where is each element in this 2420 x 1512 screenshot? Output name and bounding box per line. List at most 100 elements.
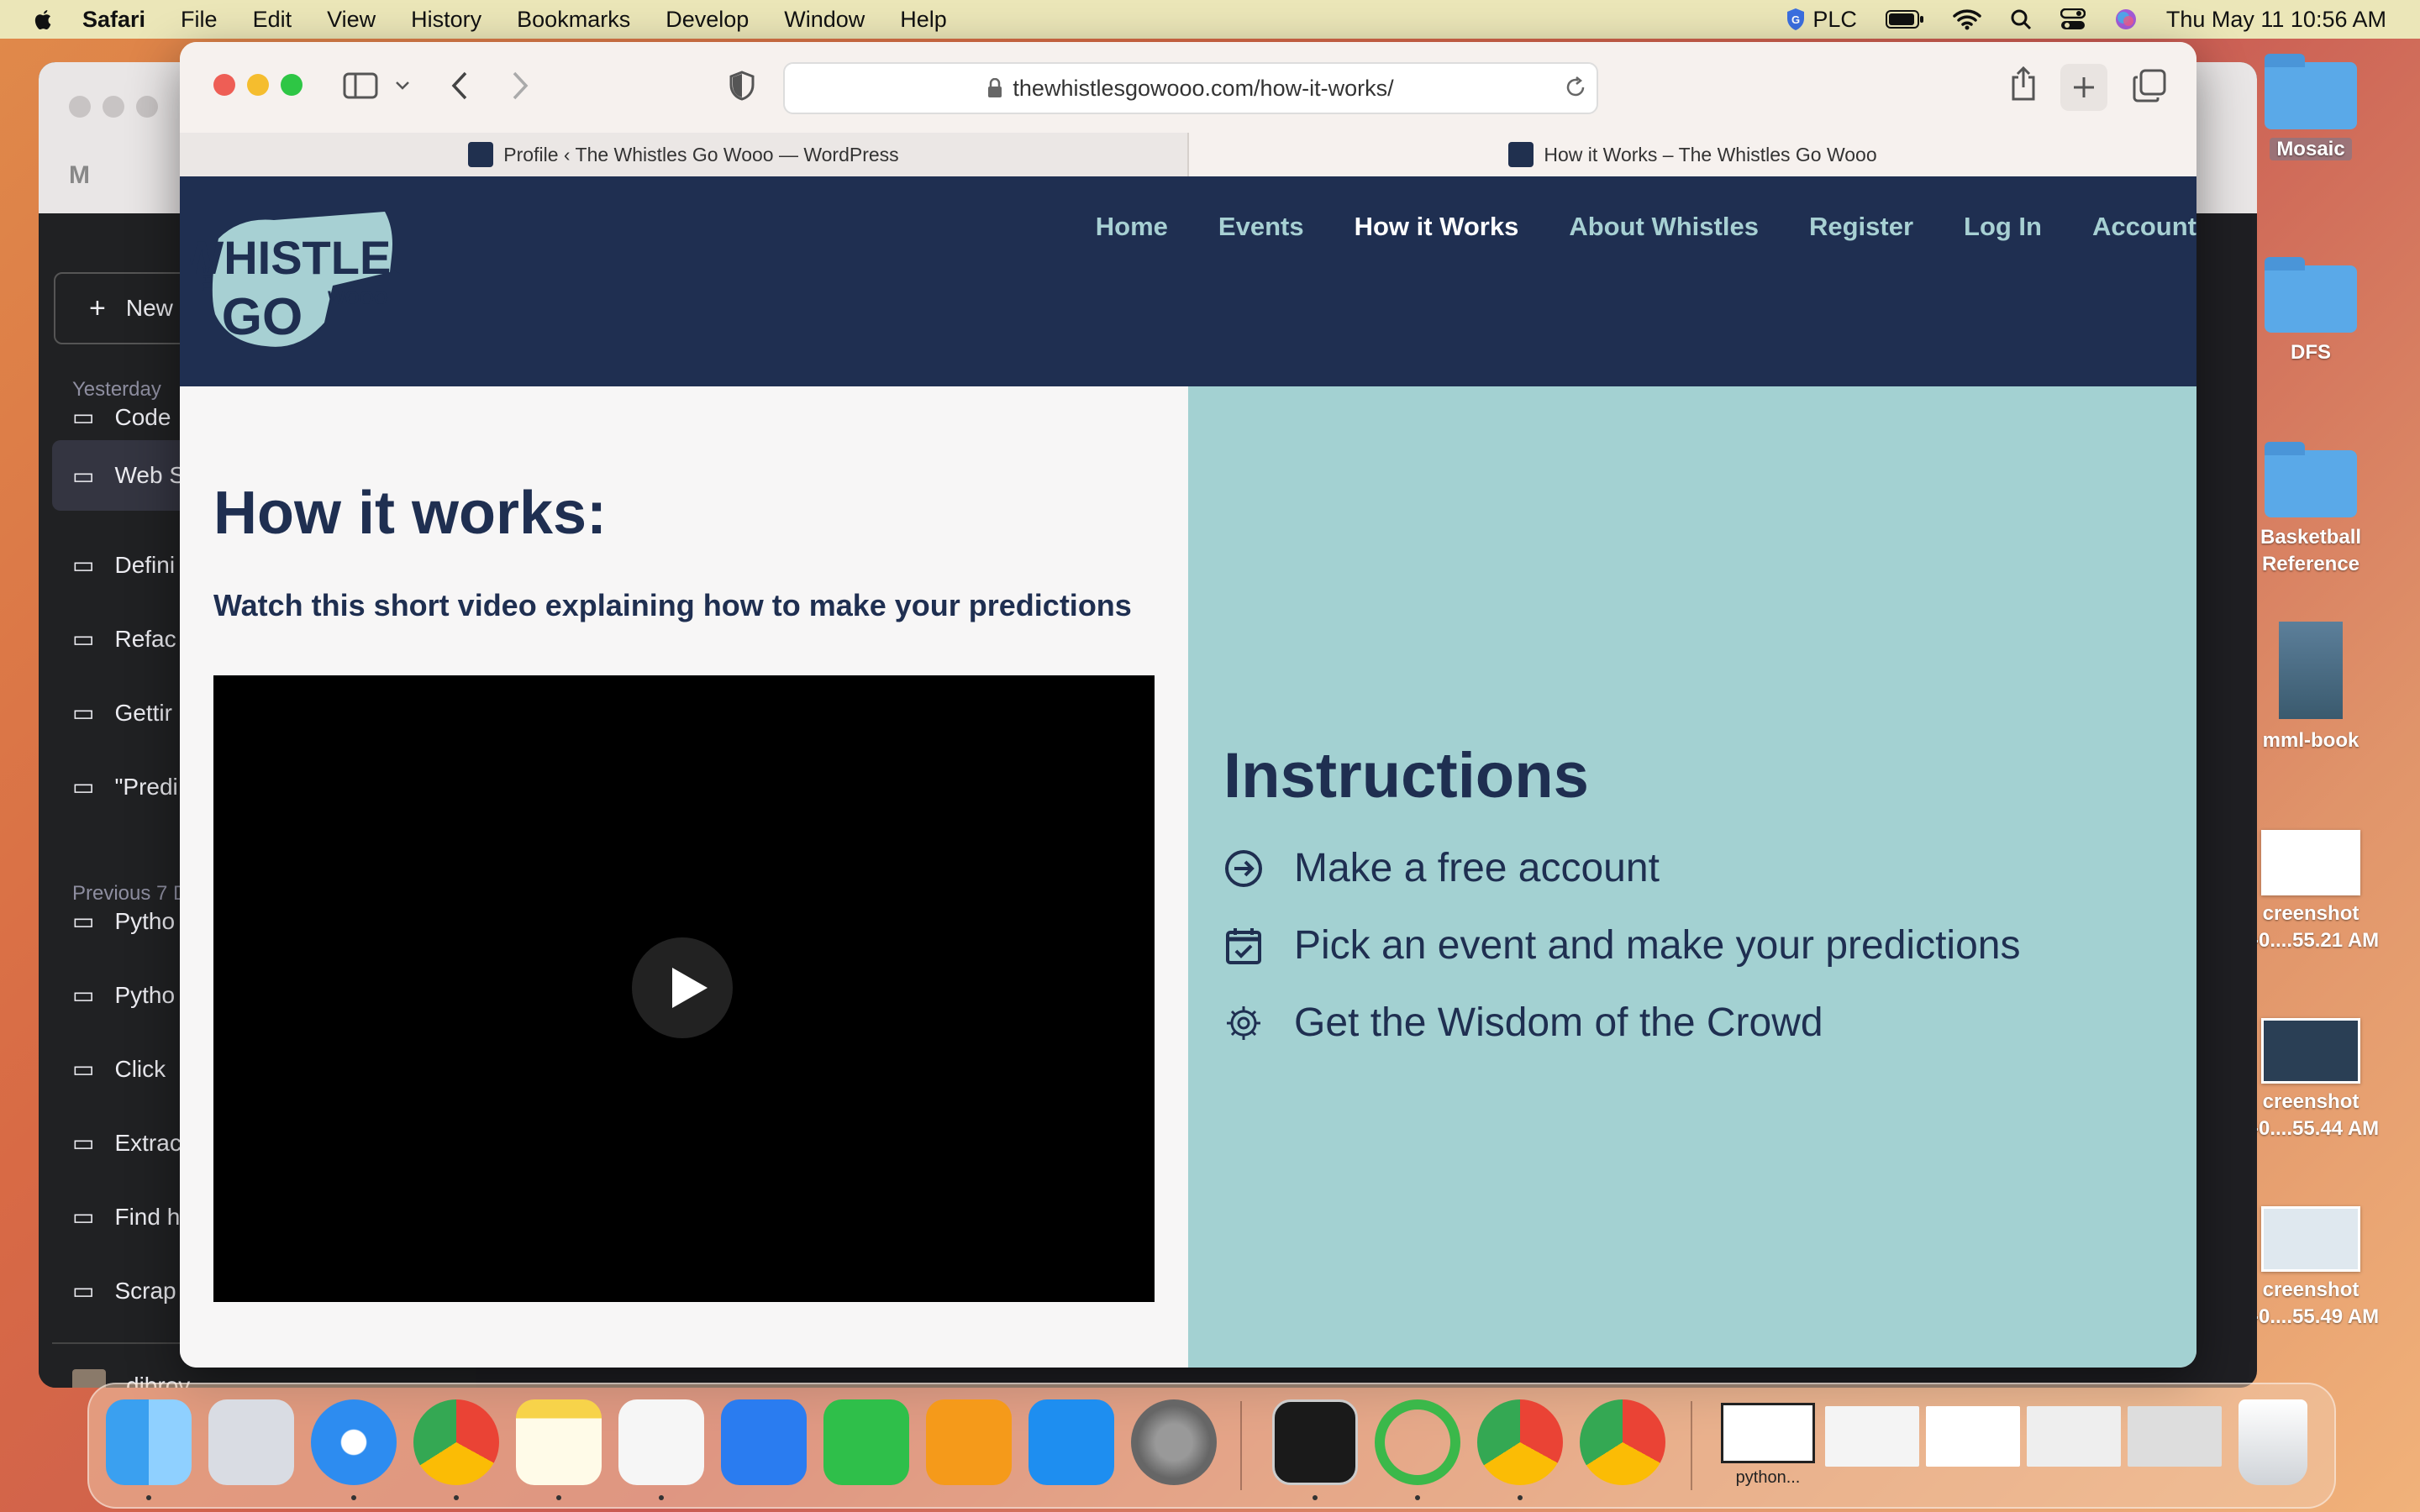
chat-history-item[interactable]: ▭ Extrac — [72, 1129, 182, 1157]
desktop-screenshot-1[interactable]: creenshot -0....55.21 AM — [2252, 830, 2379, 954]
sidebar-toggle-icon[interactable] — [343, 72, 378, 99]
dock-pages-icon[interactable] — [926, 1399, 1012, 1485]
chat-history-item[interactable]: ▭ Click — [72, 1055, 166, 1083]
nav-home[interactable]: Home — [1096, 212, 1168, 242]
window-thumbnail-icon — [1721, 1403, 1815, 1463]
dock-chrome-profile-icon[interactable] — [1477, 1399, 1563, 1485]
minimize-window-button[interactable] — [247, 74, 269, 96]
apple-menu-icon[interactable] — [32, 8, 52, 31]
folder-icon — [2265, 54, 2357, 129]
chat-history-item[interactable]: ▭ Code — [72, 403, 171, 431]
nav-account[interactable]: Account — [2092, 212, 2196, 242]
whistles-go-wooo-logo[interactable]: WHISTLES GO THE WOOO — [190, 205, 400, 353]
tab-how-it-works[interactable]: How it Works – The Whistles Go Wooo — [1189, 133, 2196, 176]
dock-terminal-icon[interactable] — [1272, 1399, 1358, 1485]
dock-minimized-window-icon[interactable] — [2128, 1406, 2222, 1467]
desktop-screenshot-2[interactable]: creenshot -0....55.44 AM — [2252, 1018, 2379, 1142]
new-tab-button[interactable] — [2060, 64, 2107, 111]
close-window-button-inactive[interactable] — [69, 96, 91, 118]
siri-icon[interactable] — [2114, 8, 2138, 31]
dock-freeform-icon[interactable] — [618, 1399, 704, 1485]
chat-history-item[interactable]: ▭ Find h — [72, 1203, 180, 1231]
minimize-window-button-inactive[interactable] — [103, 96, 124, 118]
desktop-screenshot-3[interactable]: creenshot -0....55.49 AM — [2252, 1206, 2379, 1331]
dock-notes-icon[interactable] — [516, 1399, 602, 1485]
dock-finder-icon[interactable] — [106, 1399, 192, 1485]
menu-develop[interactable]: Develop — [666, 7, 749, 33]
desktop-folder-mosaic[interactable]: Mosaic — [2252, 50, 2370, 163]
menu-bookmarks[interactable]: Bookmarks — [517, 7, 630, 33]
dock-system-settings-icon[interactable] — [1131, 1399, 1217, 1485]
vpn-status[interactable]: G PLC — [1786, 7, 1857, 33]
play-button-icon[interactable] — [632, 937, 733, 1038]
chat-history-item[interactable]: ▭ Pytho — [72, 981, 175, 1009]
menu-file[interactable]: File — [181, 7, 218, 33]
dock-keynote-icon[interactable] — [721, 1399, 807, 1485]
dock-minimized-window-icon[interactable] — [1926, 1406, 2020, 1467]
running-indicator — [146, 1495, 151, 1500]
close-window-button[interactable] — [213, 74, 235, 96]
zoom-window-button[interactable] — [281, 74, 302, 96]
dock-activity-icon[interactable] — [1375, 1399, 1460, 1485]
privacy-shield-icon[interactable] — [729, 71, 755, 101]
folder-icon — [2265, 442, 2357, 517]
chat-bubble-icon: ▭ — [72, 626, 95, 652]
dock-launchpad-icon[interactable] — [208, 1399, 294, 1485]
menu-window[interactable]: Window — [784, 7, 865, 33]
chat-history-item[interactable]: ▭ Defini — [72, 551, 175, 579]
chat-history-item[interactable]: ▭ "Predi — [72, 773, 178, 801]
battery-icon[interactable] — [1885, 10, 1924, 29]
menu-view[interactable]: View — [327, 7, 376, 33]
nav-about-whistles[interactable]: About Whistles — [1569, 212, 1759, 242]
chat-history-item[interactable]: ▭ Gettir — [72, 699, 172, 727]
dock-safari-icon[interactable] — [311, 1399, 397, 1485]
chat-history-item[interactable]: ▭ Refac — [72, 625, 176, 653]
dock-minimized-window-icon[interactable] — [2027, 1406, 2121, 1467]
control-center-icon[interactable] — [2060, 8, 2086, 30]
dock-trash-icon[interactable] — [2238, 1399, 2307, 1485]
wifi-icon[interactable] — [1953, 8, 1981, 30]
menu-history[interactable]: History — [411, 7, 481, 33]
tab-title: Profile ‹ The Whistles Go Wooo — WordPre… — [503, 143, 899, 165]
menu-help[interactable]: Help — [900, 7, 947, 33]
forward-button-icon[interactable] — [511, 71, 529, 101]
menu-app-safari[interactable]: Safari — [82, 7, 145, 33]
dock-minimized-python-window[interactable]: python... — [1721, 1403, 1815, 1497]
dock-app-store-icon[interactable] — [1028, 1399, 1114, 1485]
reload-icon[interactable] — [1565, 76, 1586, 99]
address-bar[interactable]: thewhistlesgowooo.com/how-it-works/ — [783, 62, 1598, 114]
chat-history-item[interactable]: ▭ Pytho — [72, 907, 175, 935]
video-player[interactable] — [213, 675, 1155, 1302]
nav-events[interactable]: Events — [1218, 212, 1304, 242]
back-button-icon[interactable] — [450, 71, 469, 101]
nav-how-it-works[interactable]: How it Works — [1355, 212, 1519, 242]
dock-numbers-icon[interactable] — [823, 1399, 909, 1485]
dock-minimized-window-icon[interactable] — [1825, 1406, 1919, 1467]
desktop-folder-basketball-reference[interactable]: Basketball Reference — [2252, 442, 2370, 578]
chat-bubble-icon: ▭ — [72, 1056, 95, 1082]
nav-log-in[interactable]: Log In — [1964, 212, 2042, 242]
safari-window: thewhistlesgowooo.com/how-it-works/ Prof… — [180, 42, 2196, 1368]
brain-gear-icon — [1227, 1005, 1260, 1040]
chevron-down-icon[interactable] — [395, 81, 410, 91]
gmail-tab-icon[interactable]: M — [69, 161, 90, 190]
dock-chrome-profile-icon[interactable] — [1580, 1399, 1665, 1485]
zoom-window-button-inactive[interactable] — [136, 96, 158, 118]
chat-bubble-icon: ▭ — [72, 700, 95, 726]
desktop-folder-dfs[interactable]: DFS — [2252, 257, 2370, 366]
chat-history-item[interactable]: ▭ Scrap — [72, 1277, 176, 1305]
chat-item-label: Pytho — [114, 981, 176, 1008]
clock[interactable]: Thu May 11 10:56 AM — [2166, 7, 2386, 33]
chat-item-label: Find h — [114, 1203, 181, 1230]
running-indicator — [1415, 1495, 1420, 1500]
url-text: thewhistlesgowooo.com/how-it-works/ — [1013, 75, 1394, 101]
share-icon[interactable] — [2010, 66, 2037, 101]
tab-wordpress-profile[interactable]: Profile ‹ The Whistles Go Wooo — WordPre… — [180, 133, 1189, 176]
instruction-step-text: Pick an event and make your predictions — [1294, 923, 2021, 968]
menu-edit[interactable]: Edit — [253, 7, 292, 33]
desktop-file-mml-book[interactable]: mml-book — [2252, 622, 2370, 754]
dock-chrome-icon[interactable] — [413, 1399, 499, 1485]
spotlight-search-icon[interactable] — [2010, 8, 2032, 30]
tab-overview-icon[interactable] — [2133, 69, 2166, 102]
nav-register[interactable]: Register — [1809, 212, 1913, 242]
